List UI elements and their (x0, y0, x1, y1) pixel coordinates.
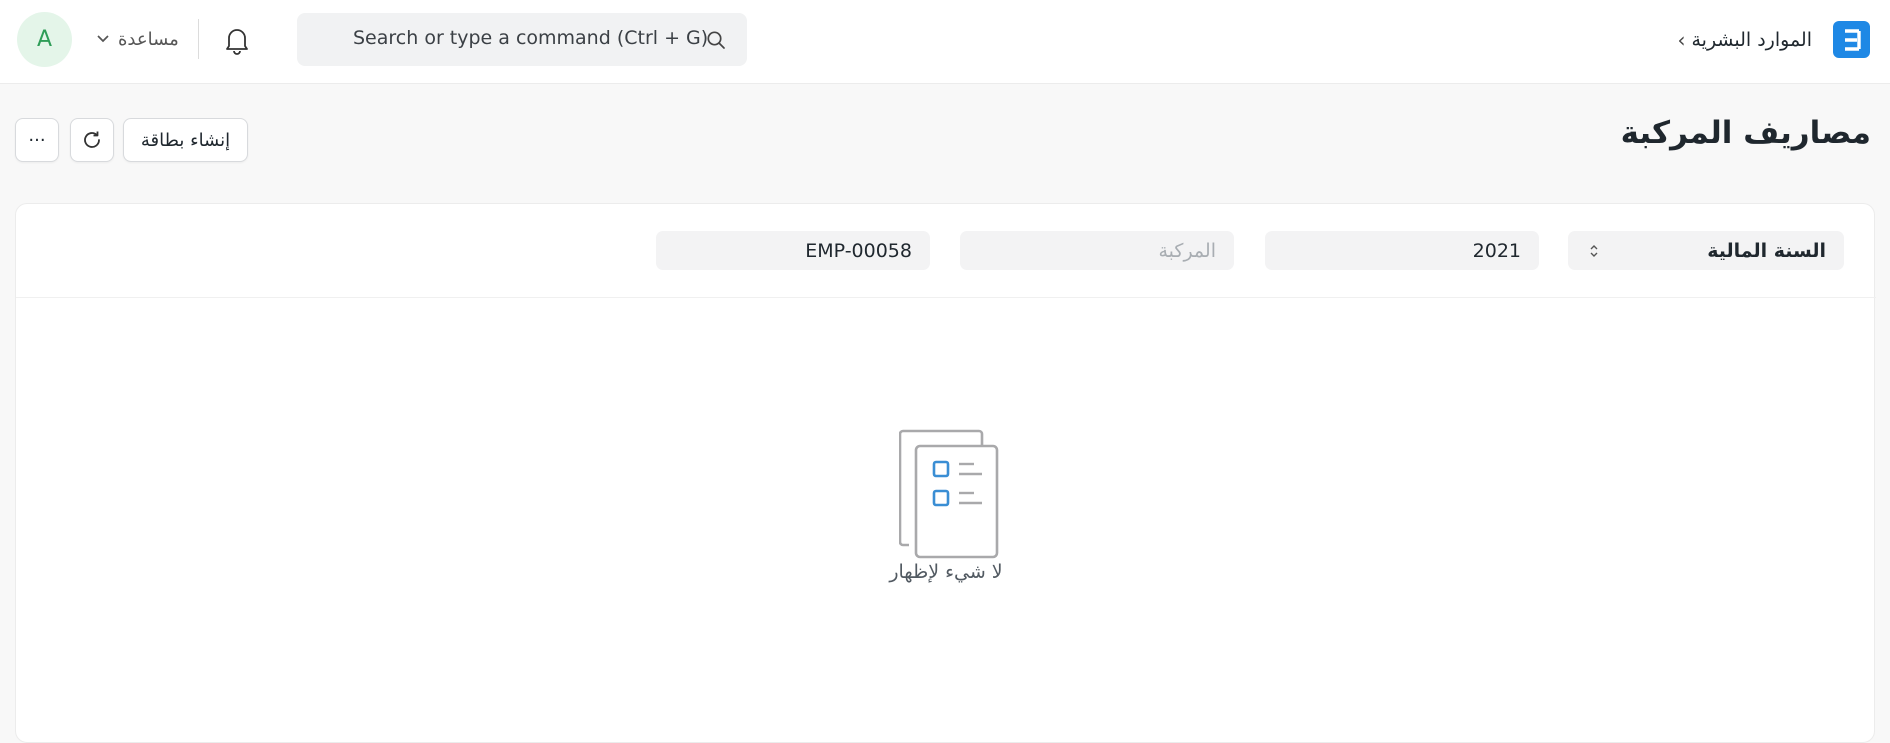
empty-state-message: لا شيء لإظهار (889, 561, 1003, 583)
breadcrumb-separator-icon: › (1677, 28, 1686, 52)
select-arrows-icon (1590, 245, 1598, 257)
page-title: مصاريف المركبة (1620, 115, 1871, 151)
chevron-down-icon (97, 35, 109, 43)
fiscal-year-label: السنة المالية (1707, 239, 1826, 262)
awesome-bar[interactable]: Search or type a command (Ctrl + G) (297, 13, 747, 66)
app-logo[interactable] (1833, 21, 1870, 58)
breadcrumb: الموارد البشرية › (1665, 24, 1812, 56)
report-card: السنة المالية 2021 المركبة EMP-00058 لا … (15, 203, 1876, 743)
vehicle-field[interactable]: المركبة (960, 231, 1234, 270)
avatar-initial: A (36, 27, 53, 52)
refresh-button[interactable] (70, 118, 114, 162)
create-card-button[interactable]: إنشاء بطاقة (123, 118, 248, 162)
breadcrumb-module[interactable]: الموارد البشرية (1691, 29, 1812, 51)
search-icon (707, 31, 725, 49)
erpnext-logo-icon (1844, 28, 1861, 51)
empty-state: لا شيء لإظهار (884, 429, 1008, 599)
more-actions-button[interactable]: ··· (15, 118, 59, 162)
help-label: مساعدة (118, 28, 179, 50)
year-value: 2021 (1472, 239, 1521, 262)
navbar-divider (198, 19, 199, 59)
top-navbar: الموارد البشرية › Search or type a comma… (0, 0, 1890, 84)
fiscal-year-select[interactable]: السنة المالية (1568, 231, 1844, 270)
vehicle-placeholder: المركبة (1158, 239, 1216, 262)
empty-list-icon (899, 429, 999, 559)
employee-field[interactable]: EMP-00058 (656, 231, 930, 270)
avatar[interactable]: A (17, 12, 72, 67)
bell-icon[interactable] (224, 25, 250, 55)
help-dropdown[interactable]: مساعدة (96, 24, 179, 54)
filter-row: السنة المالية 2021 المركبة EMP-00058 (16, 204, 1876, 298)
refresh-icon (84, 131, 100, 148)
employee-value: EMP-00058 (805, 239, 912, 262)
year-field[interactable]: 2021 (1265, 231, 1539, 270)
search-input[interactable]: Search or type a command (Ctrl + G) (353, 27, 708, 49)
